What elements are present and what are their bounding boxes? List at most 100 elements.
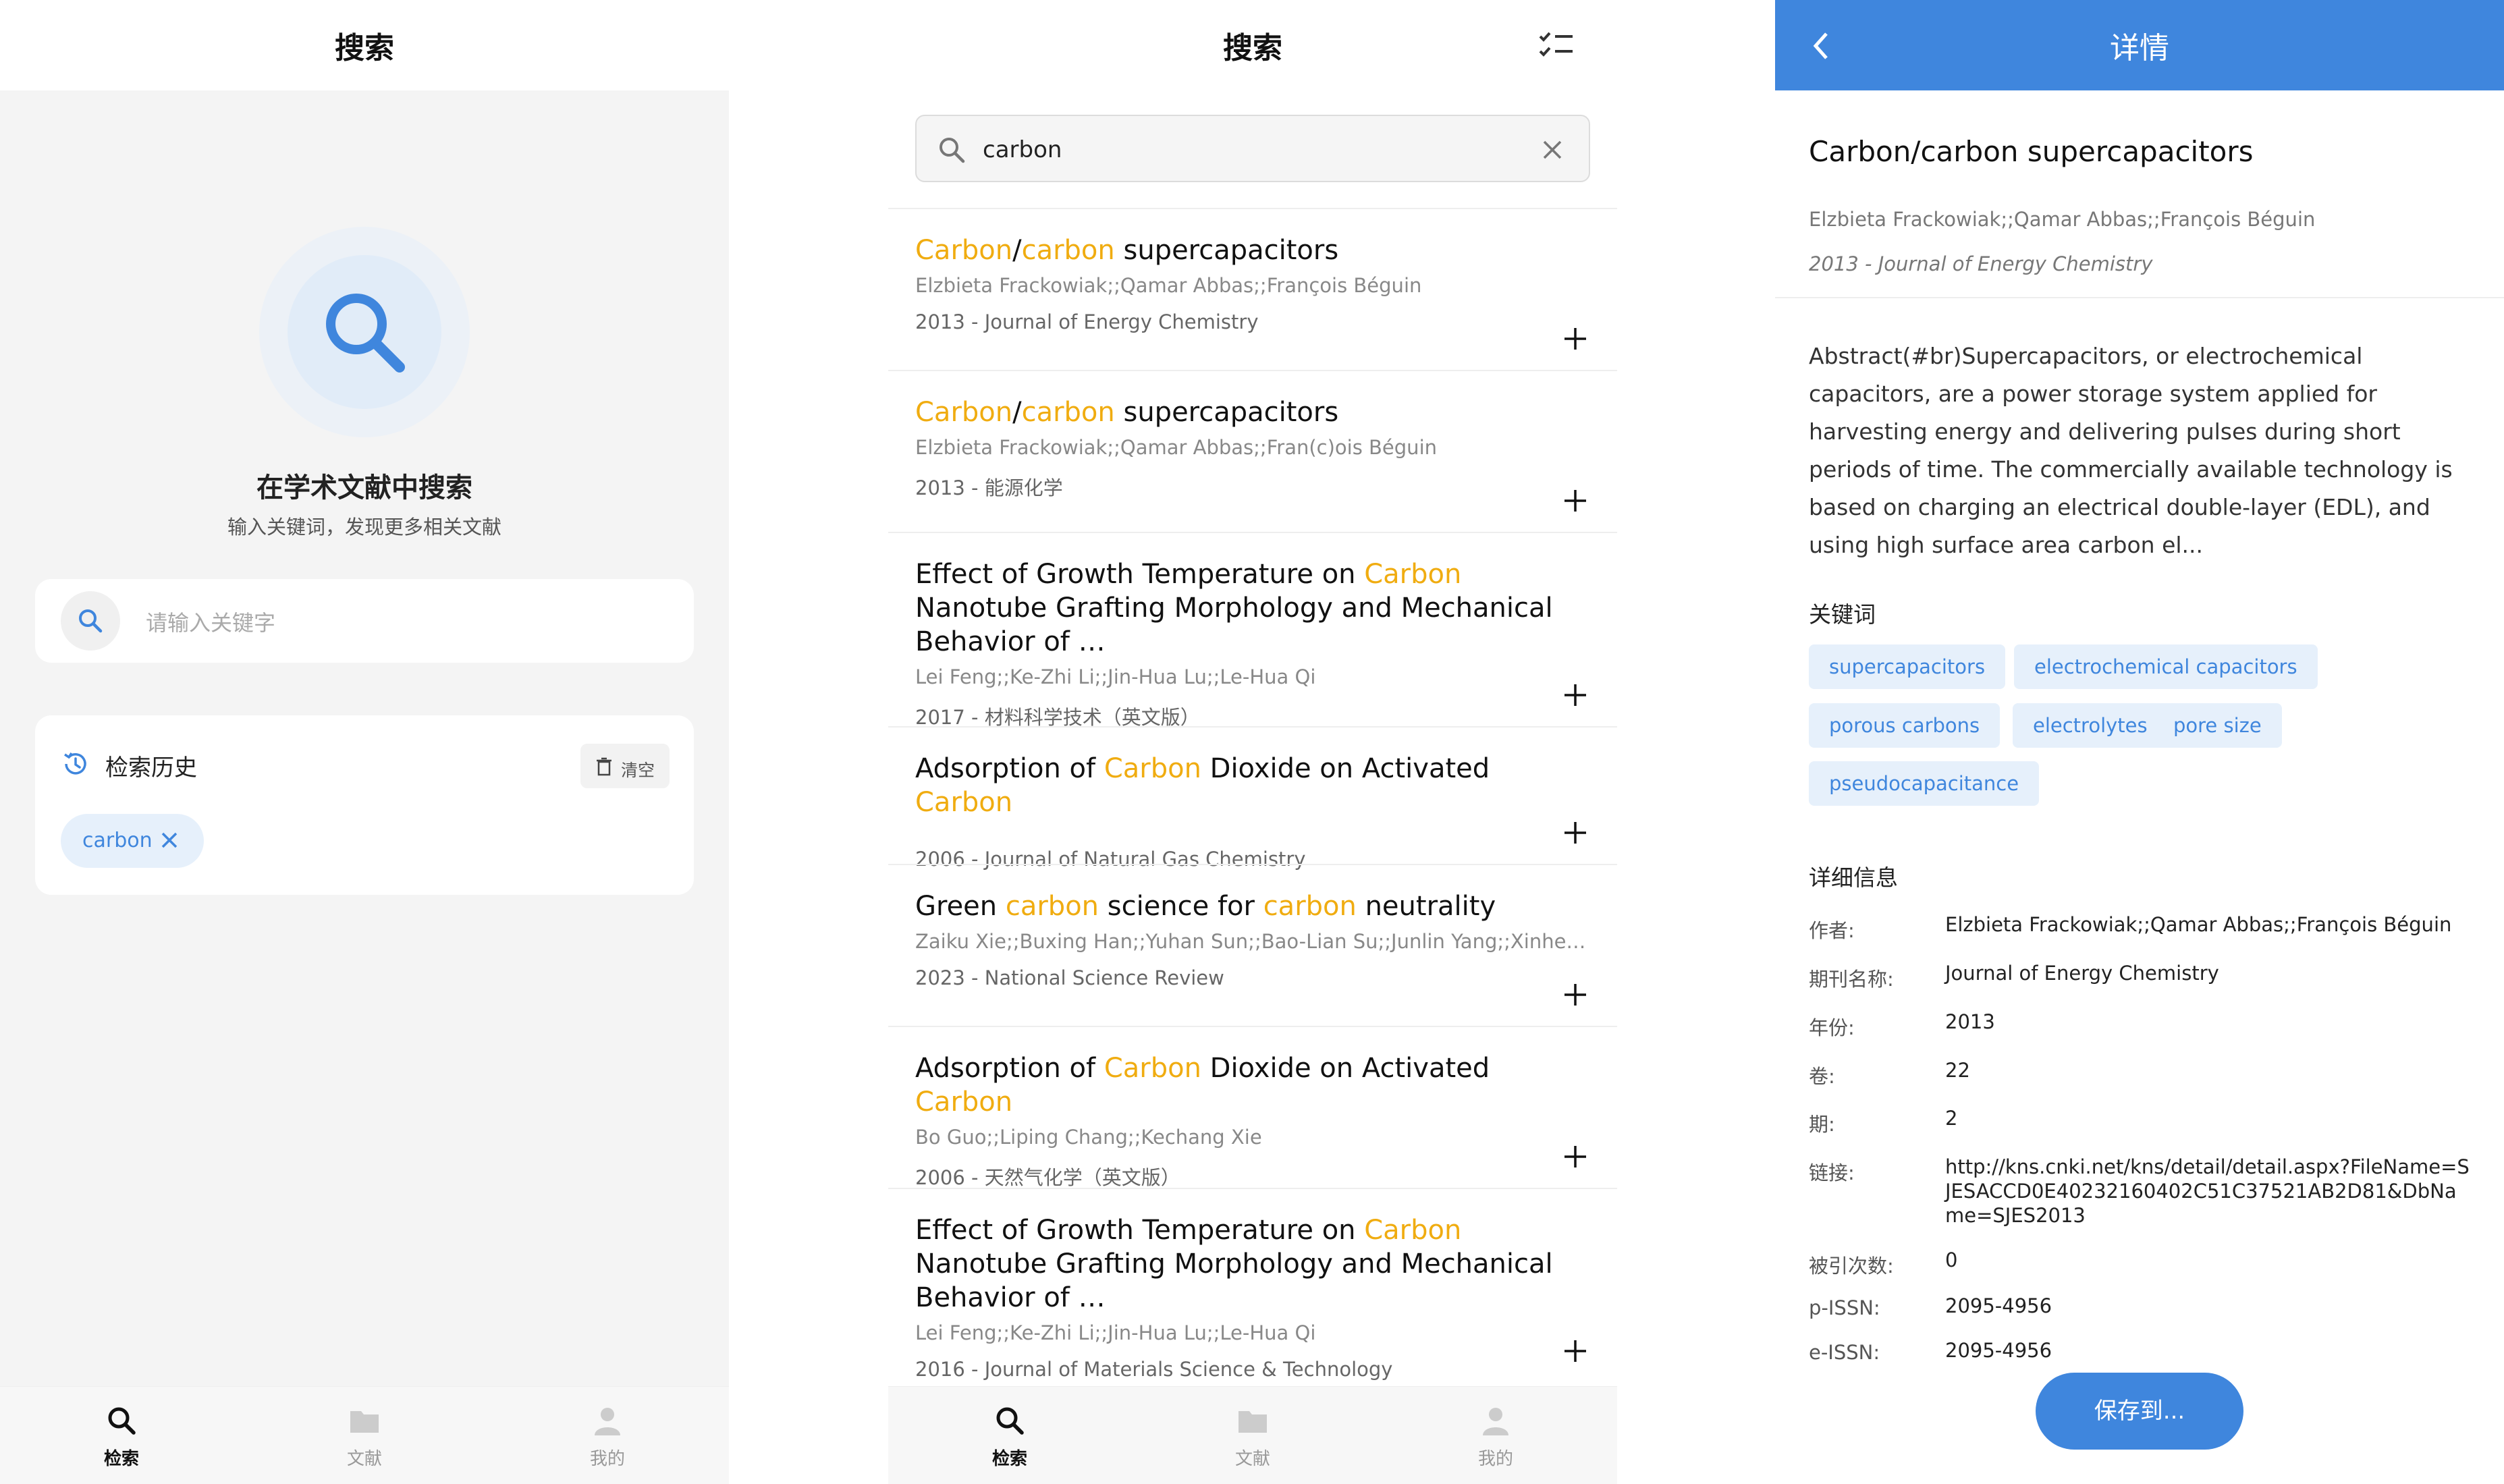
link-value[interactable]: http://kns.cnki.net/kns/detail/detail.as…: [1945, 1155, 2472, 1228]
info-label: 年份:: [1809, 1016, 1855, 1039]
page-title: 搜索: [1223, 31, 1282, 65]
tab-label: 我的: [589, 1449, 625, 1469]
clear-history-button[interactable]: 清空: [580, 744, 670, 788]
search-query[interactable]: carbon: [983, 136, 1062, 163]
result-title[interactable]: Carbon/carbon supercapacitors: [915, 395, 1590, 429]
tab-profile[interactable]: 我的: [526, 1387, 688, 1484]
tab-search[interactable]: 检索: [40, 1387, 202, 1484]
page-title: 详情: [2110, 31, 2169, 65]
add-icon[interactable]: [1563, 1339, 1587, 1363]
tab-bar: 检索 文献 我的: [0, 1386, 729, 1484]
trash-icon: [597, 757, 611, 776]
result-authors: Elzbieta Frackowiak;;Qamar Abbas;;Franço…: [915, 274, 1422, 297]
title-text: science for: [1099, 891, 1263, 922]
info-label: 作者:: [1809, 919, 1855, 942]
keyword-tag[interactable]: supercapacitors: [1809, 644, 2006, 689]
search-button[interactable]: [61, 591, 120, 651]
hero-illustration: [259, 227, 470, 437]
search-icon: [108, 1407, 136, 1435]
search-history-card: 检索历史 清空 carbon: [35, 715, 694, 895]
tab-documents[interactable]: 文献: [283, 1387, 445, 1484]
highlighted-term: carbon: [1263, 891, 1357, 922]
result-item[interactable]: Carbon/carbon supercapacitors Elzbieta F…: [888, 208, 1617, 370]
keyword-tag[interactable]: porous carbons: [1809, 703, 2001, 748]
highlighted-term: Carbon: [915, 1087, 1013, 1118]
result-title[interactable]: Green carbon science for carbon neutrali…: [915, 889, 1590, 923]
result-authors: Bo Guo;;Liping Chang;;Kechang Xie: [915, 1126, 1262, 1149]
header: 详情: [1775, 0, 2504, 90]
save-to-button[interactable]: 保存到...: [2036, 1373, 2243, 1450]
detail-screen: 详情 Carbon/carbon supercapacitors Elzbiet…: [1775, 0, 2504, 1484]
title-text: Effect of Growth Temperature on: [915, 559, 1365, 590]
info-label: 被引次数:: [1809, 1255, 1894, 1277]
result-title[interactable]: Adsorption of Carbon Dioxide on Activate…: [915, 752, 1590, 819]
result-item[interactable]: Effect of Growth Temperature on Carbon N…: [888, 1188, 1617, 1382]
search-icon: [940, 138, 965, 163]
keyword-tag[interactable]: pore size: [2153, 703, 2282, 748]
tab-label: 检索: [991, 1449, 1027, 1469]
keyword-tag[interactable]: electrolytes: [2013, 703, 2168, 748]
tab-documents[interactable]: 文献: [1172, 1387, 1334, 1484]
tab-profile[interactable]: 我的: [1415, 1387, 1577, 1484]
result-title[interactable]: Effect of Growth Temperature on Carbon N…: [915, 557, 1590, 659]
back-icon[interactable]: [1802, 26, 1843, 66]
tab-label: 我的: [1477, 1449, 1513, 1469]
tab-bar: 检索 文献 我的: [888, 1386, 1617, 1484]
result-meta: 2016 - Journal of Materials Science & Te…: [915, 1358, 1393, 1381]
result-title[interactable]: Adsorption of Carbon Dioxide on Activate…: [915, 1051, 1590, 1119]
title-text: Adsorption of: [915, 1053, 1104, 1084]
result-item[interactable]: Adsorption of Carbon Dioxide on Activate…: [888, 726, 1617, 871]
close-icon[interactable]: [159, 830, 180, 850]
detail-meta: 2013 - Journal of Energy Chemistry: [1809, 252, 2153, 275]
add-icon[interactable]: [1563, 327, 1587, 351]
divider: [1775, 297, 2504, 298]
search-results-screen: 搜索 carbon Carbon/carbon supercapacitors …: [888, 0, 1617, 1484]
keyword-tag[interactable]: electrochemical capacitors: [2014, 644, 2318, 689]
highlighted-term: Carbon: [1104, 753, 1201, 784]
add-icon[interactable]: [1563, 821, 1587, 845]
info-value: Journal of Energy Chemistry: [1945, 962, 2219, 985]
info-heading: 详细信息: [1809, 864, 1898, 891]
info-label: 链接:: [1809, 1161, 1855, 1184]
result-authors: [915, 826, 1590, 838]
search-icon: [996, 1407, 1024, 1435]
header: 搜索: [0, 0, 729, 90]
clear-icon[interactable]: [1540, 138, 1564, 162]
tab-search[interactable]: 检索: [929, 1387, 1091, 1484]
keyword-tag[interactable]: pseudocapacitance: [1809, 761, 2040, 806]
search-placeholder: 请输入关键字: [146, 610, 276, 636]
results-list: Carbon/carbon supercapacitors Elzbieta F…: [888, 208, 1617, 1382]
add-icon[interactable]: [1563, 983, 1587, 1007]
checklist-icon[interactable]: [1536, 26, 1577, 66]
result-title[interactable]: Carbon/carbon supercapacitors: [915, 233, 1590, 267]
result-title[interactable]: Effect of Growth Temperature on Carbon N…: [915, 1213, 1590, 1315]
search-icon: [79, 609, 103, 633]
keywords-heading: 关键词: [1809, 601, 1876, 628]
history-chip[interactable]: carbon: [61, 814, 204, 868]
result-meta: 2013 - 能源化学: [915, 476, 1063, 499]
folder-icon: [1239, 1411, 1267, 1433]
title-text: Green: [915, 891, 1006, 922]
title-text: Nanotube Grafting Morphology and Mechani…: [915, 593, 1553, 657]
result-item[interactable]: Carbon/carbon supercapacitors Elzbieta F…: [888, 370, 1617, 532]
highlighted-term: Carbon: [1364, 1215, 1462, 1246]
tab-label: 文献: [346, 1449, 382, 1469]
highlighted-term: carbon: [1005, 891, 1099, 922]
add-icon[interactable]: [1563, 489, 1587, 513]
search-input[interactable]: 请输入关键字: [35, 579, 694, 663]
highlighted-term: carbon: [1021, 397, 1115, 428]
history-icon: [64, 752, 86, 775]
result-meta: 2013 - Journal of Energy Chemistry: [915, 310, 1259, 333]
info-value: 2: [1945, 1107, 1958, 1130]
result-item[interactable]: Adsorption of Carbon Dioxide on Activate…: [888, 1026, 1617, 1189]
search-input[interactable]: carbon: [915, 115, 1590, 182]
result-item[interactable]: Effect of Growth Temperature on Carbon N…: [888, 532, 1617, 729]
add-icon[interactable]: [1563, 683, 1587, 707]
result-meta: 2017 - 材料科学技术（英文版）: [915, 706, 1200, 729]
result-item[interactable]: Green carbon science for carbon neutrali…: [888, 864, 1617, 1026]
add-icon[interactable]: [1563, 1145, 1587, 1169]
info-label: 期:: [1809, 1113, 1835, 1136]
title-text: Effect of Growth Temperature on: [915, 1215, 1365, 1246]
detail-title: Carbon/carbon supercapacitors: [1809, 135, 2254, 168]
title-text: /: [1012, 235, 1022, 266]
